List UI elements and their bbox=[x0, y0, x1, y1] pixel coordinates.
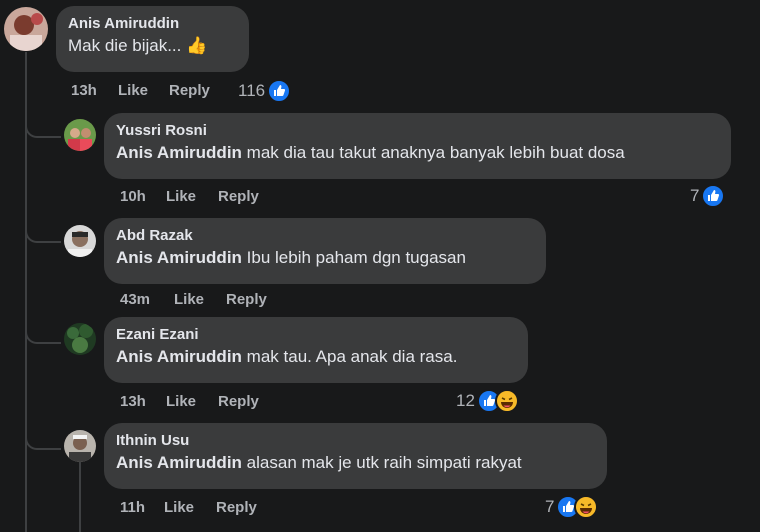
like-button[interactable]: Like bbox=[166, 393, 218, 410]
reaction-count: 7 bbox=[690, 186, 700, 205]
comment-actions: 13h Like Reply bbox=[120, 393, 259, 410]
reply-button[interactable]: Reply bbox=[218, 188, 259, 205]
comment-bubble: Anis Amiruddin Mak die bijak... 👍 bbox=[56, 6, 249, 72]
reaction-summary[interactable]: 7 bbox=[545, 495, 599, 519]
like-reaction-icon bbox=[701, 184, 726, 208]
mention-link[interactable]: Anis Amiruddin bbox=[116, 143, 242, 162]
comment-author[interactable]: Yussri Rosni bbox=[116, 121, 719, 141]
reply-button[interactable]: Reply bbox=[226, 291, 267, 308]
avatar[interactable] bbox=[64, 430, 96, 462]
comment-timestamp[interactable]: 11h bbox=[120, 499, 164, 516]
haha-reaction-icon bbox=[574, 495, 599, 519]
comment-author[interactable]: Ithnin Usu bbox=[116, 431, 595, 451]
reply-button[interactable]: Reply bbox=[169, 82, 210, 99]
mention-link[interactable]: Anis Amiruddin bbox=[116, 453, 242, 472]
comment-actions: 10h Like Reply bbox=[120, 188, 259, 205]
comment-bubble: Yussri Rosni Anis Amiruddin mak dia tau … bbox=[104, 113, 731, 179]
thread-line-reply bbox=[79, 462, 81, 532]
thread-connector bbox=[25, 221, 61, 243]
mention-link[interactable]: Anis Amiruddin bbox=[116, 347, 242, 366]
comment-timestamp[interactable]: 13h bbox=[71, 82, 118, 99]
thread-connector bbox=[25, 428, 61, 450]
comment-bubble: Ezani Ezani Anis Amiruddin mak tau. Apa … bbox=[104, 317, 528, 383]
like-reaction-icon bbox=[267, 79, 292, 103]
comment-author[interactable]: Anis Amiruddin bbox=[68, 14, 237, 34]
comment-text: Anis Amiruddin Ibu lebih paham dgn tugas… bbox=[116, 248, 466, 267]
comment-bubble: Abd Razak Anis Amiruddin Ibu lebih paham… bbox=[104, 218, 546, 284]
comment-timestamp[interactable]: 13h bbox=[120, 393, 166, 410]
avatar[interactable] bbox=[4, 7, 48, 51]
comment-timestamp[interactable]: 10h bbox=[120, 188, 166, 205]
comment-actions: 11h Like Reply bbox=[120, 499, 257, 516]
thread-connector bbox=[25, 116, 61, 138]
haha-reaction-icon bbox=[494, 389, 519, 413]
reply-button[interactable]: Reply bbox=[216, 499, 257, 516]
avatar[interactable] bbox=[64, 225, 96, 257]
comment-actions: 13h Like Reply bbox=[71, 82, 210, 99]
reaction-summary[interactable]: 116 bbox=[238, 79, 292, 103]
like-button[interactable]: Like bbox=[166, 188, 218, 205]
reply-button[interactable]: Reply bbox=[218, 393, 259, 410]
reaction-summary[interactable]: 7 bbox=[690, 184, 726, 208]
avatar[interactable] bbox=[64, 119, 96, 151]
comment-text: Anis Amiruddin mak dia tau takut anaknya… bbox=[116, 143, 625, 162]
reaction-summary[interactable]: 12 bbox=[456, 389, 519, 413]
like-button[interactable]: Like bbox=[118, 82, 169, 99]
reaction-count: 116 bbox=[238, 81, 266, 100]
thumbs-up-emoji-icon: 👍 bbox=[186, 36, 208, 55]
like-button[interactable]: Like bbox=[174, 291, 226, 308]
comment-author[interactable]: Ezani Ezani bbox=[116, 325, 516, 345]
reaction-count: 12 bbox=[456, 391, 475, 410]
thread-connector bbox=[25, 322, 61, 344]
comment-text: Mak die bijak... 👍 bbox=[68, 36, 208, 55]
reaction-count: 7 bbox=[545, 497, 555, 516]
mention-link[interactable]: Anis Amiruddin bbox=[116, 248, 242, 267]
comment-author[interactable]: Abd Razak bbox=[116, 226, 534, 246]
comment-timestamp[interactable]: 43m bbox=[120, 291, 174, 308]
comment-text: Anis Amiruddin mak tau. Apa anak dia ras… bbox=[116, 347, 458, 366]
comment-bubble: Ithnin Usu Anis Amiruddin alasan mak je … bbox=[104, 423, 607, 489]
comment-text: Anis Amiruddin alasan mak je utk raih si… bbox=[116, 453, 522, 472]
avatar[interactable] bbox=[64, 323, 96, 355]
like-button[interactable]: Like bbox=[164, 499, 216, 516]
comment-actions: 43m Like Reply bbox=[120, 291, 267, 308]
